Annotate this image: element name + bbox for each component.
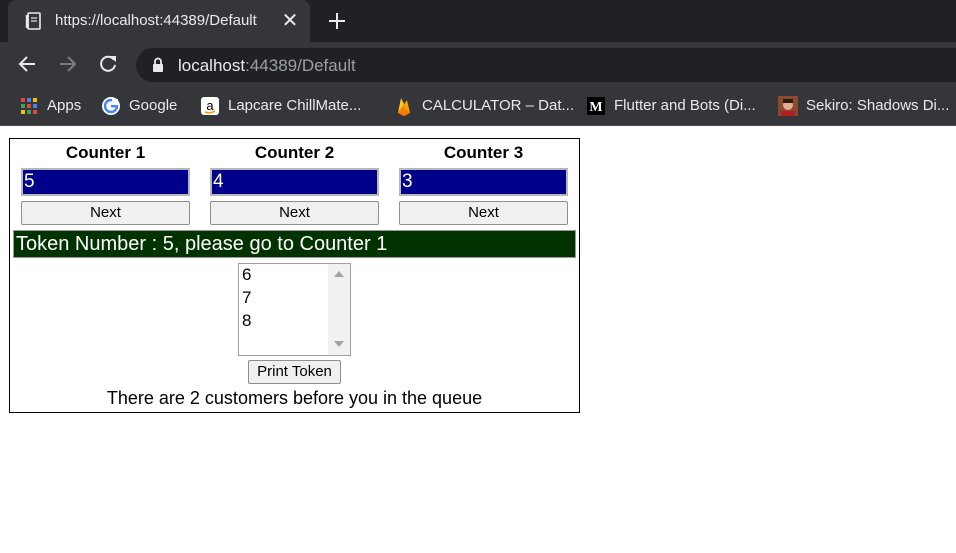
bookmark-label: CALCULATOR – Dat... — [422, 97, 574, 114]
google-icon — [102, 97, 120, 115]
scrollbar[interactable] — [328, 264, 350, 355]
new-tab-icon[interactable] — [326, 10, 348, 32]
queue-listbox[interactable]: 6 7 8 — [238, 263, 351, 356]
counter-title: Counter 2 — [254, 143, 335, 162]
url-host: localhost — [178, 56, 246, 75]
browser-toolbar: localhost:44389/Default — [0, 42, 956, 86]
forward-icon[interactable] — [57, 53, 79, 75]
browser-tabstrip: https://localhost:44389/Default ✕ — [0, 0, 956, 42]
svg-text:a: a — [206, 98, 214, 113]
back-icon[interactable] — [16, 53, 38, 75]
token-message: Token Number : 5, please go to Counter 1 — [13, 230, 576, 258]
next-button[interactable]: Next — [399, 201, 568, 225]
close-tab-icon[interactable]: ✕ — [280, 11, 300, 31]
bookmark-label: Sekiro: Shadows Di... — [806, 97, 950, 114]
queue-status-text: There are 2 customers before you in the … — [106, 388, 483, 408]
lock-icon — [153, 57, 163, 72]
bookmark-label: Flutter and Bots (Di... — [614, 97, 756, 114]
token-panel: Counter 1 5 Next Counter 2 4 Next Counte… — [9, 138, 580, 413]
scroll-down-icon[interactable] — [334, 341, 344, 347]
apps-grid-icon — [21, 98, 37, 114]
url-text: localhost:44389/Default — [178, 56, 356, 76]
counter-title: Counter 1 — [65, 143, 146, 162]
amazon-icon: a — [201, 97, 219, 115]
list-item[interactable]: 6 — [242, 265, 251, 285]
scroll-up-icon[interactable] — [334, 271, 344, 277]
firebase-icon — [398, 98, 410, 116]
url-path: :44389/Default — [245, 56, 356, 75]
list-item[interactable]: 7 — [242, 288, 251, 308]
bookmark-label: Lapcare ChillMate... — [228, 97, 362, 114]
bookmarks-bar: Apps Google a Lapcare ChillMate... CALCU… — [0, 86, 956, 126]
address-bar[interactable]: localhost:44389/Default — [136, 48, 956, 82]
counter-value-field[interactable]: 3 — [399, 168, 568, 196]
counter-value-field[interactable]: 5 — [21, 168, 190, 196]
list-item[interactable]: 8 — [242, 311, 251, 331]
browser-tab[interactable]: https://localhost:44389/Default ✕ — [8, 0, 310, 42]
bookmark-label: Google — [129, 97, 178, 114]
document-icon — [25, 12, 41, 30]
bookmark-label: Apps — [47, 97, 82, 114]
next-button[interactable]: Next — [210, 201, 379, 225]
sekiro-avatar-icon — [778, 96, 798, 116]
medium-icon: M — [587, 97, 605, 115]
print-token-button[interactable]: Print Token — [248, 360, 341, 384]
counter-title: Counter 3 — [443, 143, 524, 162]
svg-text:M: M — [589, 100, 602, 115]
tab-title: https://localhost:44389/Default — [55, 12, 257, 29]
counter-value-field[interactable]: 4 — [210, 168, 379, 196]
next-button[interactable]: Next — [21, 201, 190, 225]
reload-icon[interactable] — [97, 53, 119, 75]
